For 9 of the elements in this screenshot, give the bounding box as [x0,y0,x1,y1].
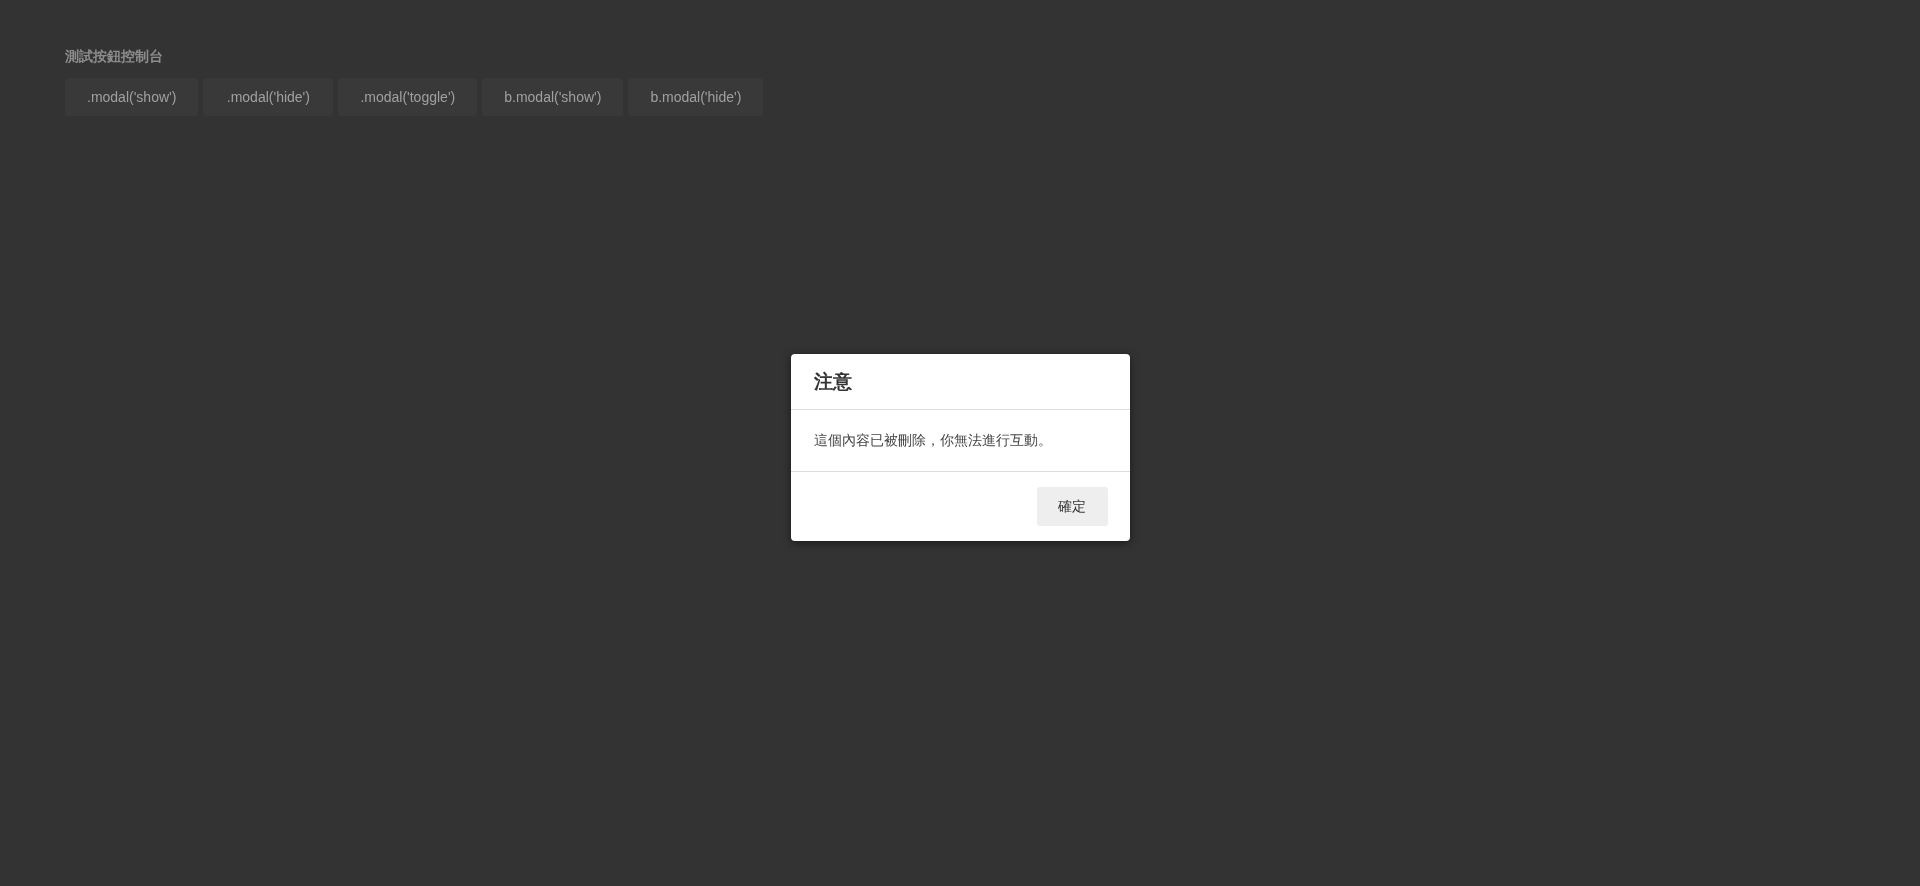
command-button[interactable]: b.modal('hide') [628,78,764,116]
page-title: 測試按鈕控制台 [65,48,163,66]
modal-title: 注意 [813,369,852,394]
modal-message: 這個內容已被刪除，你無法進行互動。 [813,431,1052,450]
confirm-button[interactable]: 確定 [1036,487,1108,526]
command-button[interactable]: b.modal('show') [482,78,624,116]
command-button[interactable]: .modal('toggle') [338,78,478,116]
command-button[interactable]: .modal('show') [65,78,199,116]
command-button[interactable]: .modal('hide') [203,78,334,116]
